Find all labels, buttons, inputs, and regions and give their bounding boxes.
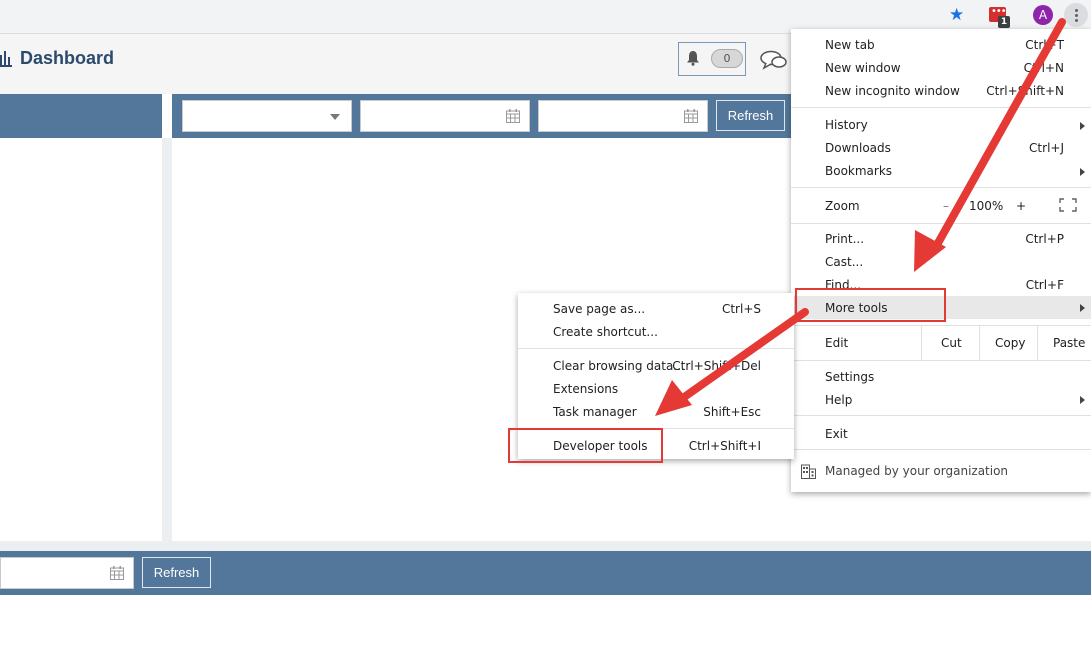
submenu-arrow-icon xyxy=(1080,168,1085,176)
shortcut-clear-browsing-data: Ctrl+Shift+Del xyxy=(672,359,761,373)
menu-vertical-divider xyxy=(921,326,922,360)
menu-new-tab[interactable]: New tab xyxy=(825,38,875,52)
shortcut-save-page: Ctrl+S xyxy=(721,302,761,316)
chart-icon xyxy=(0,51,12,67)
menu-vertical-divider xyxy=(979,326,980,360)
building-icon xyxy=(801,464,816,479)
calendar-icon[interactable] xyxy=(506,109,520,123)
calendar-icon[interactable] xyxy=(684,109,698,123)
edit-cut-button[interactable]: Cut xyxy=(941,336,962,350)
chat-icon[interactable] xyxy=(760,50,788,70)
calendar-icon[interactable] xyxy=(110,566,124,580)
fullscreen-icon[interactable] xyxy=(1059,198,1077,212)
edit-paste-button[interactable]: Paste xyxy=(1053,336,1085,350)
menu-divider xyxy=(791,325,1091,326)
menu-divider xyxy=(791,107,1091,108)
menu-cast[interactable]: Cast... xyxy=(825,255,863,269)
more-tools-annotation-box xyxy=(795,288,946,322)
shortcut-find: Ctrl+F xyxy=(1025,278,1064,292)
menu-divider xyxy=(518,348,794,349)
bottom-refresh-button[interactable]: Refresh xyxy=(142,557,211,588)
left-panel-header xyxy=(0,94,162,138)
menu-print[interactable]: Print... xyxy=(825,232,864,246)
menu-divider xyxy=(791,223,1091,224)
chrome-menu-icon[interactable] xyxy=(1064,3,1088,27)
shortcut-print: Ctrl+P xyxy=(1025,232,1064,246)
refresh-button[interactable]: Refresh xyxy=(716,100,785,131)
menu-divider xyxy=(791,415,1091,416)
menu-downloads[interactable]: Downloads xyxy=(825,141,891,155)
bell-icon xyxy=(687,51,699,66)
start-date-field[interactable] xyxy=(360,100,530,132)
menu-vertical-divider xyxy=(1037,326,1038,360)
submenu-arrow-icon xyxy=(1080,304,1085,312)
shortcut-new-window: Ctrl+N xyxy=(1023,61,1064,75)
menu-help[interactable]: Help xyxy=(825,393,852,407)
zoom-in-button[interactable]: + xyxy=(1016,199,1026,213)
end-date-field[interactable] xyxy=(538,100,708,132)
page-title: Dashboard xyxy=(20,48,115,68)
profile-avatar[interactable]: A xyxy=(1033,5,1053,25)
extension-badge: 1 xyxy=(998,16,1010,28)
menu-edit: Edit xyxy=(825,336,849,350)
menu-divider xyxy=(791,449,1091,450)
menu-new-window[interactable]: New window xyxy=(825,61,901,75)
managed-by-org-label[interactable]: Managed by your organization xyxy=(825,464,1008,478)
menu-new-incognito[interactable]: New incognito window xyxy=(825,84,960,98)
menu-create-shortcut[interactable]: Create shortcut... xyxy=(553,325,658,339)
shortcut-new-incognito: Ctrl+Shift+N xyxy=(986,84,1064,98)
panel-divider xyxy=(162,138,172,541)
menu-extensions[interactable]: Extensions xyxy=(553,382,618,396)
submenu-arrow-icon xyxy=(1080,396,1085,404)
filter-select[interactable] xyxy=(182,100,352,132)
menu-zoom: Zoom xyxy=(825,199,860,213)
zoom-level: 100% xyxy=(969,199,1004,213)
menu-task-manager[interactable]: Task manager xyxy=(553,405,637,419)
menu-bookmarks[interactable]: Bookmarks xyxy=(825,164,892,178)
developer-tools-annotation-box xyxy=(508,428,663,463)
shortcut-downloads: Ctrl+J xyxy=(1029,141,1064,155)
menu-save-page[interactable]: Save page as... xyxy=(553,302,645,316)
panel-gap xyxy=(0,541,1091,551)
menu-history[interactable]: History xyxy=(825,118,868,132)
menu-settings[interactable]: Settings xyxy=(825,370,874,384)
menu-divider xyxy=(791,360,1091,361)
bottom-date-field[interactable] xyxy=(0,557,134,589)
menu-exit[interactable]: Exit xyxy=(825,427,848,441)
notification-count-badge: 0 xyxy=(711,49,743,68)
bookmark-star-icon[interactable]: ★ xyxy=(949,5,964,25)
dropdown-caret-icon xyxy=(330,114,340,120)
edit-copy-button[interactable]: Copy xyxy=(995,336,1025,350)
menu-clear-browsing-data[interactable]: Clear browsing data... xyxy=(553,359,685,373)
chrome-main-menu: New tab Ctrl+T New window Ctrl+N New inc… xyxy=(791,29,1091,492)
zoom-out-button[interactable]: – xyxy=(943,199,949,213)
shortcut-developer-tools: Ctrl+Shift+I xyxy=(688,439,761,453)
menu-divider xyxy=(791,187,1091,188)
shortcut-new-tab: Ctrl+T xyxy=(1025,38,1064,52)
shortcut-task-manager: Shift+Esc xyxy=(703,405,761,419)
submenu-arrow-icon xyxy=(1080,122,1085,130)
